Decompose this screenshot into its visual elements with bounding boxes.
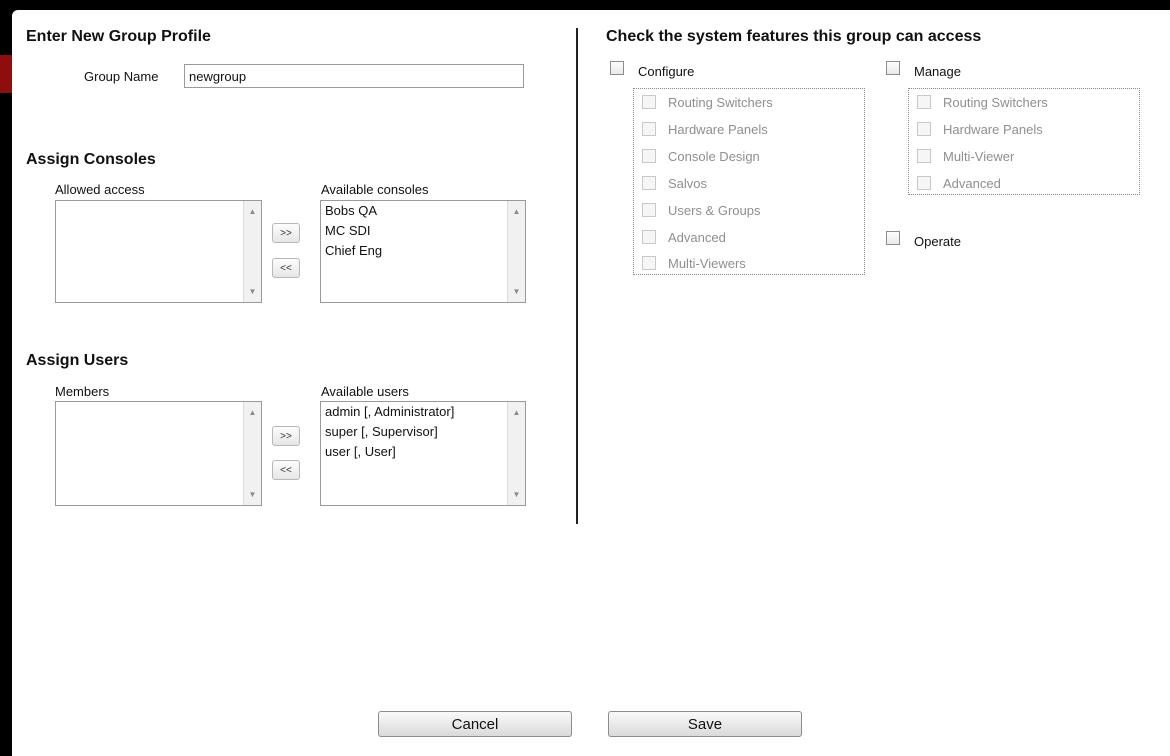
checkbox[interactable]: [917, 122, 931, 136]
option-label: Users & Groups: [668, 203, 761, 218]
scrollbar[interactable]: ▲ ▼: [243, 201, 261, 302]
triangle-up-icon[interactable]: ▲: [508, 203, 525, 220]
triangle-down-icon[interactable]: ▼: [244, 486, 261, 503]
checkbox[interactable]: [642, 256, 656, 270]
option-label: Advanced: [943, 176, 1001, 191]
members-list[interactable]: ▲ ▼: [55, 401, 262, 506]
scrollbar[interactable]: ▲ ▼: [507, 201, 525, 302]
operate-checkbox[interactable]: [886, 231, 900, 245]
group-name-input[interactable]: [184, 64, 524, 88]
scrollbar[interactable]: ▲ ▼: [243, 402, 261, 505]
allowed-consoles-list[interactable]: ▲ ▼: [55, 200, 262, 303]
triangle-up-icon[interactable]: ▲: [244, 203, 261, 220]
add-console-button[interactable]: >>: [272, 223, 300, 243]
available-users-label: Available users: [321, 384, 409, 399]
triangle-up-icon[interactable]: ▲: [244, 404, 261, 421]
list-item[interactable]: Bobs QA: [321, 201, 525, 221]
option-label: Hardware Panels: [943, 122, 1043, 137]
list-item[interactable]: user [, User]: [321, 442, 525, 462]
assign-users-title: Assign Users: [26, 352, 129, 369]
available-consoles-list[interactable]: Bobs QA MC SDI Chief Eng ▲ ▼: [320, 200, 526, 303]
list-item[interactable]: super [, Supervisor]: [321, 422, 525, 442]
available-consoles-label: Available consoles: [321, 182, 429, 197]
checkbox[interactable]: [642, 122, 656, 136]
checkbox[interactable]: [642, 149, 656, 163]
checkbox[interactable]: [917, 95, 931, 109]
option-label: Multi-Viewers: [668, 256, 746, 271]
scrollbar[interactable]: ▲ ▼: [507, 402, 525, 505]
checkbox[interactable]: [917, 149, 931, 163]
checkbox[interactable]: [917, 176, 931, 190]
operate-label: Operate: [914, 234, 961, 249]
checkbox[interactable]: [642, 230, 656, 244]
manage-label: Manage: [914, 64, 961, 79]
manage-checkbox[interactable]: [886, 61, 900, 75]
window-frame: Enter New Group Profile Group Name Assig…: [0, 0, 1170, 756]
members-label: Members: [55, 384, 110, 399]
column-divider: [576, 28, 578, 524]
triangle-up-icon[interactable]: ▲: [508, 404, 525, 421]
configure-options-group: Routing Switchers Hardware Panels Consol…: [633, 88, 865, 275]
manage-options-group: Routing Switchers Hardware Panels Multi-…: [908, 88, 1140, 195]
checkbox[interactable]: [642, 203, 656, 217]
remove-user-button[interactable]: <<: [272, 460, 300, 480]
cancel-button[interactable]: Cancel: [378, 711, 572, 737]
remove-console-button[interactable]: <<: [272, 258, 300, 278]
triangle-down-icon[interactable]: ▼: [508, 486, 525, 503]
option-label: Routing Switchers: [668, 95, 773, 110]
option-label: Hardware Panels: [668, 122, 768, 137]
list-item[interactable]: Chief Eng: [321, 241, 525, 261]
configure-checkbox[interactable]: [610, 61, 624, 75]
save-button[interactable]: Save: [608, 711, 802, 737]
list-item[interactable]: admin [, Administrator]: [321, 402, 525, 422]
option-label: Advanced: [668, 230, 726, 245]
assign-consoles-title: Assign Consoles: [26, 151, 156, 168]
triangle-down-icon[interactable]: ▼: [508, 283, 525, 300]
profile-title: Enter New Group Profile: [26, 28, 211, 45]
group-profile-dialog: Enter New Group Profile Group Name Assig…: [12, 10, 1170, 756]
list-item[interactable]: MC SDI: [321, 221, 525, 241]
background-accent: [0, 55, 12, 93]
option-label: Multi-Viewer: [943, 149, 1015, 164]
triangle-down-icon[interactable]: ▼: [244, 283, 261, 300]
group-name-label: Group Name: [84, 69, 159, 84]
option-label: Routing Switchers: [943, 95, 1048, 110]
checkbox[interactable]: [642, 95, 656, 109]
available-users-list[interactable]: admin [, Administrator] super [, Supervi…: [320, 401, 526, 506]
option-label: Salvos: [668, 176, 708, 191]
allowed-access-label: Allowed access: [55, 182, 145, 197]
add-user-button[interactable]: >>: [272, 426, 300, 446]
option-label: Console Design: [668, 149, 760, 164]
checkbox[interactable]: [642, 176, 656, 190]
configure-label: Configure: [638, 64, 695, 79]
features-title: Check the system features this group can…: [606, 28, 982, 45]
